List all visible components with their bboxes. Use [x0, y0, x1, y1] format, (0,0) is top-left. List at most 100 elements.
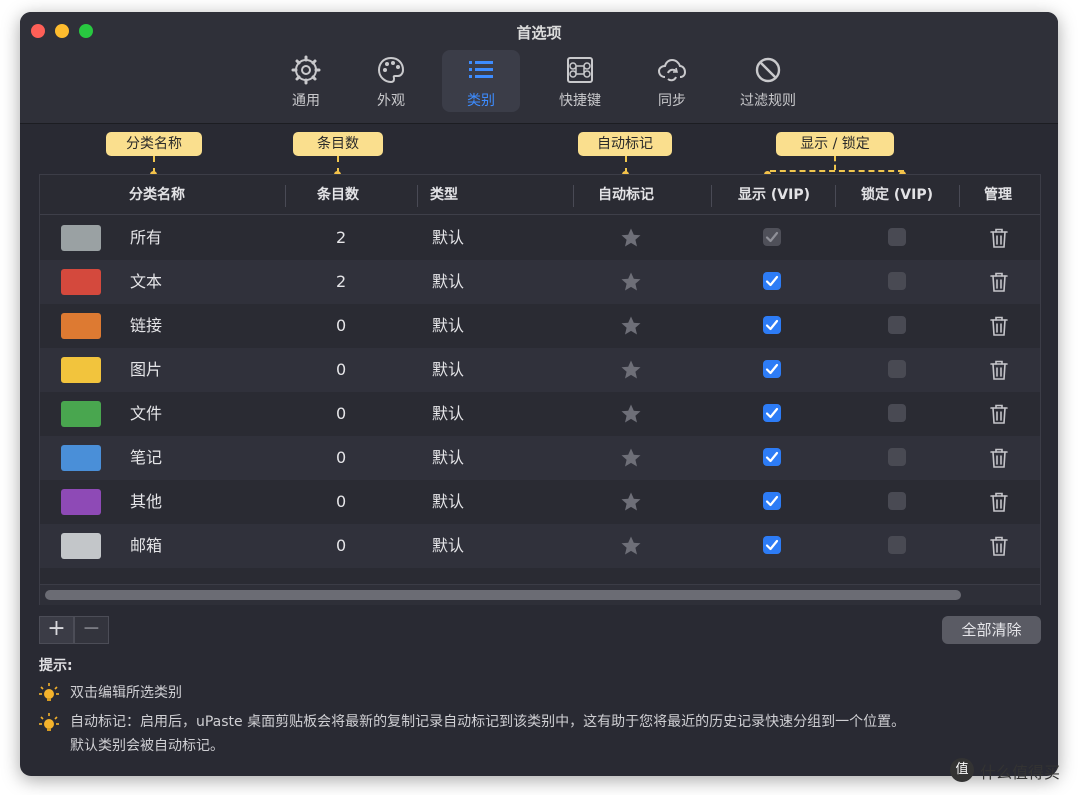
lock-checkbox[interactable]: [888, 228, 906, 246]
show-checkbox[interactable]: [763, 316, 781, 334]
scrollbar-thumb[interactable]: [45, 590, 961, 600]
lock-checkbox[interactable]: [888, 360, 906, 378]
column-header-count[interactable]: 条目数: [317, 175, 359, 215]
column-header-name[interactable]: 分类名称: [129, 175, 185, 215]
category-color-swatch[interactable]: [61, 445, 101, 471]
star-icon[interactable]: [620, 315, 642, 337]
category-type: 默认: [432, 404, 465, 423]
tab-general[interactable]: 通用: [267, 50, 345, 112]
hints-title: 提示:: [39, 658, 73, 674]
show-checkbox[interactable]: [763, 360, 781, 378]
category-count: 0: [336, 448, 347, 467]
category-count: 0: [336, 360, 347, 379]
hint-item: 自动标记：启用后，uPaste 桌面剪贴板会将最新的复制记录自动标记到该类别中，…: [70, 714, 906, 730]
trash-icon[interactable]: [988, 535, 1010, 557]
callout-auto-mark: 自动标记: [578, 132, 672, 156]
star-icon[interactable]: [620, 227, 642, 249]
tab-label: 同步: [658, 93, 686, 109]
category-name: 笔记: [130, 448, 163, 467]
show-checkbox[interactable]: [763, 272, 781, 290]
trash-icon[interactable]: [988, 359, 1010, 381]
tab-sync[interactable]: 同步: [633, 50, 711, 112]
lock-checkbox[interactable]: [888, 316, 906, 334]
remove-category-button[interactable]: −: [74, 616, 109, 644]
column-header-type[interactable]: 类型: [430, 175, 458, 215]
lock-checkbox[interactable]: [888, 272, 906, 290]
list-icon: [469, 61, 493, 78]
lightbulb-icon: [39, 713, 59, 731]
column-header-auto-mark[interactable]: 自动标记: [598, 175, 654, 215]
show-checkbox: [763, 228, 781, 246]
tab-filter-rules[interactable]: 过滤规则: [729, 50, 807, 112]
watermark-text: 什么值得买: [980, 763, 1061, 782]
category-color-swatch[interactable]: [61, 269, 101, 295]
category-color-swatch[interactable]: [61, 533, 101, 559]
show-checkbox[interactable]: [763, 448, 781, 466]
category-name: 其他: [130, 492, 163, 511]
trash-icon[interactable]: [988, 447, 1010, 469]
category-type: 默认: [432, 448, 465, 467]
checkmark-icon: [765, 231, 779, 243]
star-icon[interactable]: [620, 359, 642, 381]
table-row[interactable]: 链接 0 默认: [40, 304, 1040, 348]
star-icon[interactable]: [620, 491, 642, 513]
palette-icon: [377, 56, 405, 84]
trash-icon[interactable]: [988, 315, 1010, 337]
lock-checkbox[interactable]: [888, 448, 906, 466]
clear-all-button[interactable]: 全部清除: [942, 616, 1041, 644]
table-row[interactable]: 所有 2 默认: [40, 216, 1040, 260]
table-row[interactable]: 其他 0 默认: [40, 480, 1040, 524]
tab-shortcuts[interactable]: 快捷键: [541, 50, 619, 112]
category-type: 默认: [432, 360, 465, 379]
column-header-show[interactable]: 显示 (VIP): [738, 175, 810, 215]
cloud-sync-icon: [657, 58, 687, 82]
checkmark-icon: [765, 363, 779, 375]
star-icon[interactable]: [620, 403, 642, 425]
lock-checkbox[interactable]: [888, 404, 906, 422]
trash-icon[interactable]: [988, 227, 1010, 249]
table-row[interactable]: 邮箱 0 默认: [40, 524, 1040, 568]
category-name: 文件: [130, 404, 163, 423]
lightbulb-icon: [39, 683, 59, 701]
trash-icon[interactable]: [988, 403, 1010, 425]
category-count: 2: [336, 228, 347, 247]
category-color-swatch[interactable]: [61, 225, 101, 251]
category-name: 所有: [130, 228, 163, 247]
category-color-swatch[interactable]: [61, 313, 101, 339]
checkmark-icon: [765, 407, 779, 419]
checkmark-icon: [765, 539, 779, 551]
category-type: 默认: [432, 228, 465, 247]
tab-appearance[interactable]: 外观: [352, 50, 430, 112]
show-checkbox[interactable]: [763, 404, 781, 422]
category-color-swatch[interactable]: [61, 489, 101, 515]
table-row[interactable]: 图片 0 默认: [40, 348, 1040, 392]
tab-categories[interactable]: 类别: [442, 50, 520, 112]
lock-checkbox[interactable]: [888, 492, 906, 510]
category-name: 链接: [130, 316, 163, 335]
trash-icon[interactable]: [988, 491, 1010, 513]
checkmark-icon: [765, 451, 779, 463]
star-icon[interactable]: [620, 447, 642, 469]
table-row[interactable]: 笔记 0 默认: [40, 436, 1040, 480]
star-icon[interactable]: [620, 535, 642, 557]
category-count: 0: [336, 316, 347, 335]
column-header-lock[interactable]: 锁定 (VIP): [861, 175, 933, 215]
checkmark-icon: [765, 275, 779, 287]
category-color-swatch[interactable]: [61, 357, 101, 383]
star-icon[interactable]: [620, 271, 642, 293]
add-category-button[interactable]: +: [39, 616, 74, 644]
show-checkbox[interactable]: [763, 536, 781, 554]
preferences-window: 首选项 通用 外观 类别 快捷键 同步 过滤规则 分类名称 条目数 自动标记 显…: [20, 12, 1058, 776]
window-title: 首选项: [516, 24, 562, 42]
trash-icon[interactable]: [988, 271, 1010, 293]
tab-label: 类别: [467, 93, 495, 109]
column-header-manage[interactable]: 管理: [984, 175, 1012, 215]
table-header: 分类名称 条目数 类型 自动标记 显示 (VIP) 锁定 (VIP) 管理: [40, 175, 1040, 215]
checkmark-icon: [765, 319, 779, 331]
category-color-swatch[interactable]: [61, 401, 101, 427]
horizontal-scrollbar[interactable]: [40, 584, 1040, 605]
table-row[interactable]: 文本 2 默认: [40, 260, 1040, 304]
lock-checkbox[interactable]: [888, 536, 906, 554]
show-checkbox[interactable]: [763, 492, 781, 510]
table-row[interactable]: 文件 0 默认: [40, 392, 1040, 436]
